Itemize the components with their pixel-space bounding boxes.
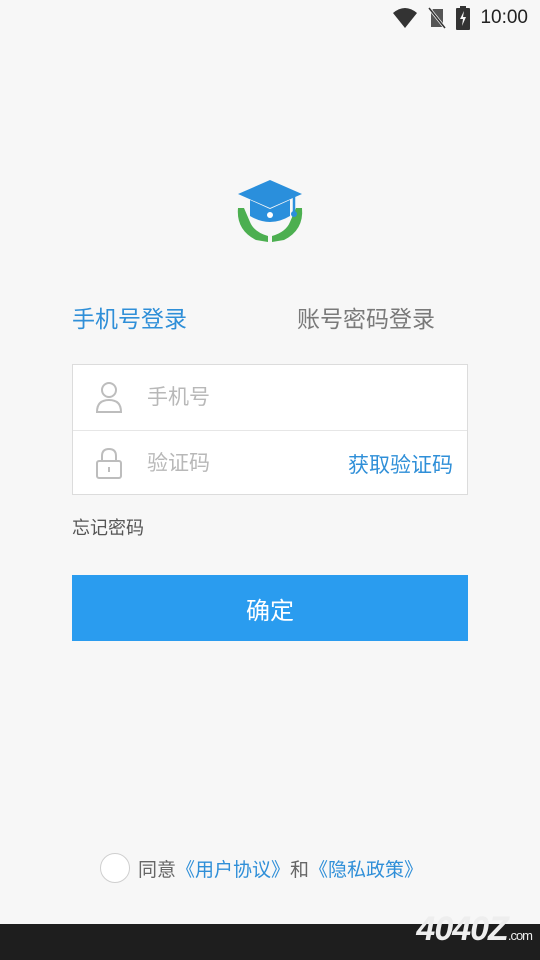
agreement-prefix: 同意	[138, 858, 177, 881]
agreement-row: 同意 《用户协议》 和 《隐私政策》	[100, 852, 423, 884]
status-bar: 10:00	[0, 0, 540, 36]
user-agreement-link[interactable]: 《用户协议》	[176, 855, 290, 882]
tab-phone-login[interactable]: 手机号登录	[72, 300, 187, 334]
login-form: 获取验证码	[72, 364, 468, 495]
no-sim-icon	[428, 7, 447, 29]
status-time: 10:00	[480, 7, 528, 28]
verification-code-input[interactable]	[147, 443, 327, 483]
privacy-policy-link[interactable]: 《隐私政策》	[309, 855, 423, 882]
watermark-suffix: .com	[507, 928, 533, 943]
code-row: 获取验证码	[73, 430, 467, 495]
battery-charging-icon	[456, 6, 471, 30]
tab-account-password-login[interactable]: 账号密码登录	[297, 300, 435, 334]
phone-row	[73, 365, 467, 430]
get-code-button[interactable]: 获取验证码	[348, 449, 453, 479]
user-icon	[95, 381, 123, 413]
watermark-text: 4040Z	[416, 910, 508, 948]
login-tabs: 手机号登录 账号密码登录	[72, 300, 472, 340]
lock-icon	[95, 447, 123, 479]
phone-input[interactable]	[147, 377, 327, 417]
agreement-checkbox[interactable]	[100, 853, 130, 883]
app-logo-icon	[234, 178, 306, 248]
agreement-and: 和	[290, 858, 310, 881]
watermark-logo: 4040Z.com	[416, 910, 533, 949]
wifi-icon	[392, 7, 418, 29]
confirm-button[interactable]: 确定	[72, 575, 468, 641]
forgot-password-link[interactable]: 忘记密码	[72, 514, 144, 540]
